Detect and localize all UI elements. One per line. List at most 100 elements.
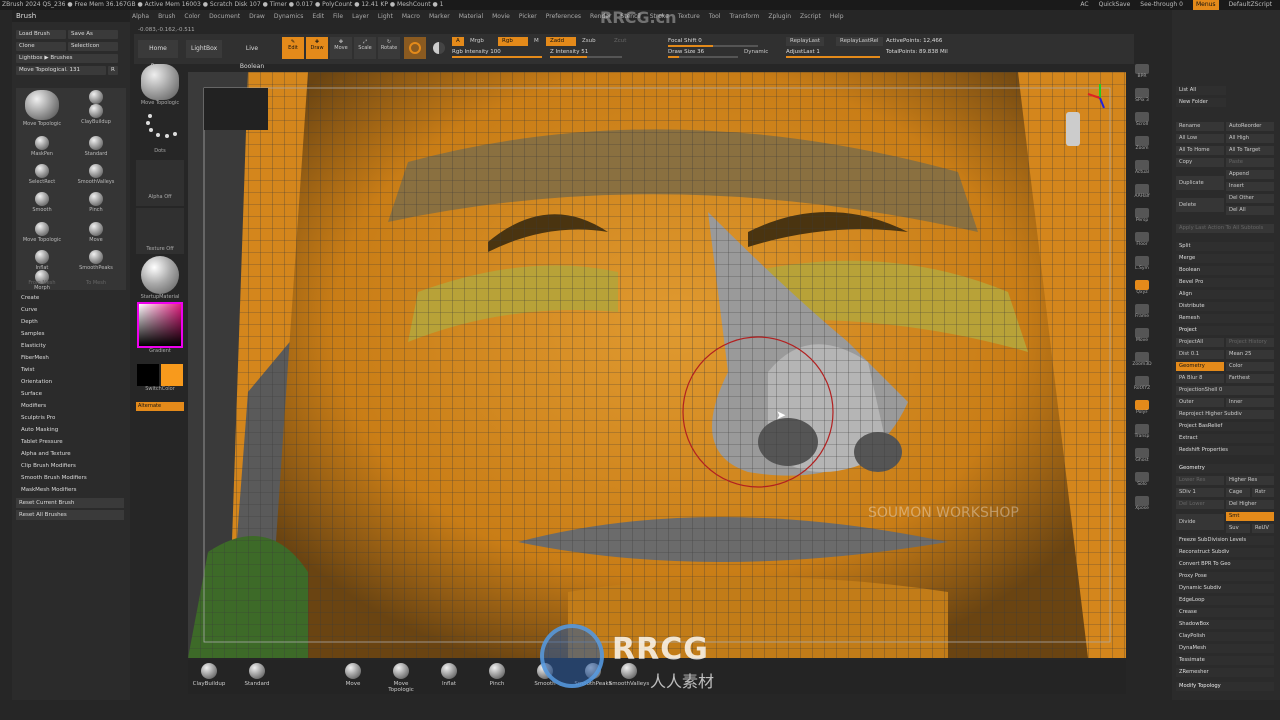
zcut-toggle[interactable]: Zcut bbox=[610, 37, 630, 46]
zsub-toggle[interactable]: Zsub bbox=[578, 37, 600, 46]
brush-subpalette-item[interactable]: Twist bbox=[16, 364, 126, 376]
clone-button[interactable]: Clone bbox=[16, 42, 66, 51]
convert-bpr-button[interactable]: Convert BPR To Geo bbox=[1176, 560, 1274, 569]
brush-item[interactable]: SelectRect bbox=[16, 162, 68, 192]
lightbox-button[interactable]: LightBox bbox=[186, 40, 222, 58]
brush-subpalette-item[interactable]: Curve bbox=[16, 304, 126, 316]
select-icon-button[interactable]: SelectIcon bbox=[68, 42, 118, 51]
menu-help[interactable]: Help bbox=[830, 12, 844, 22]
menu-tool[interactable]: Tool bbox=[709, 12, 721, 22]
bottom-brush-item[interactable]: Move Topologic bbox=[380, 663, 422, 693]
nav-xpose[interactable]: Xpose bbox=[1130, 496, 1154, 516]
brush-item[interactable]: MaskPen bbox=[16, 134, 68, 164]
del-all-button[interactable]: Del All bbox=[1226, 206, 1274, 215]
nav-l-sym[interactable]: L.Sym bbox=[1130, 256, 1154, 276]
project-history-button[interactable]: Project History bbox=[1226, 338, 1274, 347]
menu-color[interactable]: Color bbox=[184, 12, 200, 22]
paste-button[interactable]: Paste bbox=[1226, 158, 1274, 167]
reproject-higher-subdiv-button[interactable]: Reproject Higher Subdiv bbox=[1176, 410, 1274, 419]
brush-item[interactable]: Smooth bbox=[16, 190, 68, 220]
material-swatch-button[interactable] bbox=[404, 37, 426, 59]
sdiv-slider[interactable]: SDiv 1 bbox=[1176, 488, 1224, 497]
edgeloop-section[interactable]: EdgeLoop bbox=[1176, 596, 1274, 605]
dynamesh-section[interactable]: DynaMesh bbox=[1176, 644, 1274, 653]
adjust-last-slider[interactable]: AdjustLast 1 bbox=[786, 48, 880, 58]
duplicate-button[interactable]: Duplicate bbox=[1176, 176, 1224, 190]
brush-item[interactable]: Move bbox=[70, 220, 122, 250]
reconstruct-subdiv-button[interactable]: Reconstruct Subdiv bbox=[1176, 548, 1274, 557]
current-brush-key[interactable]: R bbox=[108, 66, 118, 75]
boolean-button[interactable]: Boolean bbox=[1176, 266, 1274, 275]
nav-scroll[interactable]: Scroll bbox=[1130, 112, 1154, 132]
current-brush-slider[interactable]: Move Topological. 131 bbox=[16, 66, 106, 75]
del-lower-button[interactable]: Del Lower bbox=[1176, 500, 1224, 509]
freeze-subdiv-button[interactable]: Freeze SubDivision Levels bbox=[1176, 536, 1274, 545]
live-boolean-button[interactable]: Live Boolean bbox=[230, 40, 274, 70]
replay-last-rel-button[interactable]: ReplayLastRel bbox=[836, 37, 883, 46]
nav-floor[interactable]: Floor bbox=[1130, 232, 1154, 252]
all-to-target-button[interactable]: All To Target bbox=[1226, 146, 1274, 155]
menu-light[interactable]: Light bbox=[378, 12, 393, 22]
replay-last-button[interactable]: ReplayLast bbox=[786, 37, 825, 46]
divide-button[interactable]: Divide bbox=[1176, 514, 1224, 530]
zremesher-section[interactable]: ZRemesher bbox=[1176, 668, 1274, 677]
apply-last-action-button[interactable]: Apply Last Action To All Subtools bbox=[1176, 224, 1274, 233]
nav-ghost[interactable]: Ghost bbox=[1130, 448, 1154, 468]
bottom-brush-item[interactable]: Inflat bbox=[428, 663, 470, 687]
menu-preferences[interactable]: Preferences bbox=[546, 12, 581, 22]
menu-edit[interactable]: Edit bbox=[312, 12, 324, 22]
distribute-button[interactable]: Distribute bbox=[1176, 302, 1274, 311]
menu-draw[interactable]: Draw bbox=[249, 12, 265, 22]
mrgb-toggle[interactable]: Mrgb bbox=[466, 37, 488, 46]
tessimate-section[interactable]: Tessimate bbox=[1176, 656, 1274, 665]
brush-subpalette-item[interactable]: FiberMesh bbox=[16, 352, 126, 364]
quicksave-button[interactable]: QuickSave bbox=[1099, 0, 1131, 10]
delete-button[interactable]: Delete bbox=[1176, 198, 1224, 212]
outer-toggle[interactable]: Outer bbox=[1176, 398, 1224, 407]
save-as-button[interactable]: Save As bbox=[68, 30, 118, 39]
menu-marker[interactable]: Marker bbox=[429, 12, 450, 22]
farthest-toggle[interactable]: Farthest bbox=[1226, 374, 1274, 383]
extract-button[interactable]: Extract bbox=[1176, 434, 1274, 443]
menu-alpha[interactable]: Alpha bbox=[132, 12, 149, 22]
brush-panel-title[interactable]: Brush bbox=[12, 10, 130, 22]
nav-qxyz[interactable]: Qxyz bbox=[1130, 280, 1154, 300]
nav-persp[interactable]: Persp bbox=[1130, 208, 1154, 228]
menu-movie[interactable]: Movie bbox=[492, 12, 510, 22]
brush-subpalette-item[interactable]: Samples bbox=[16, 328, 126, 340]
del-higher-button[interactable]: Del Higher bbox=[1226, 500, 1274, 509]
menu-zplugin[interactable]: Zplugin bbox=[768, 12, 791, 22]
del-other-button[interactable]: Del Other bbox=[1226, 194, 1274, 203]
brush-subpalette-item[interactable]: Sculptris Pro bbox=[16, 412, 126, 424]
nav-bpr[interactable]: BPR bbox=[1130, 64, 1154, 84]
reset-current-brush-button[interactable]: Reset Current Brush bbox=[16, 498, 124, 508]
brush-subpalette-item[interactable]: Create bbox=[16, 292, 126, 304]
append-button[interactable]: Append bbox=[1226, 170, 1274, 179]
focal-shift-slider[interactable]: Focal Shift 0 bbox=[668, 37, 758, 47]
align-button[interactable]: Align bbox=[1176, 290, 1274, 299]
primary-color-swatch[interactable] bbox=[161, 364, 183, 386]
mean-slider[interactable]: Mean 25 bbox=[1226, 350, 1274, 359]
brush-item[interactable]: SmoothPeaks bbox=[70, 248, 122, 278]
material-thumb[interactable]: StartupMaterial bbox=[136, 256, 184, 300]
nav-zoom[interactable]: Zoom bbox=[1130, 136, 1154, 156]
list-all-button[interactable]: List All bbox=[1176, 86, 1226, 95]
all-to-home-button[interactable]: All To Home bbox=[1176, 146, 1224, 155]
to-mesh-button[interactable]: To Mesh bbox=[70, 280, 122, 290]
current-brush-thumb[interactable]: Move Topologic bbox=[136, 64, 184, 106]
all-low-button[interactable]: All Low bbox=[1176, 134, 1224, 143]
smt-toggle[interactable]: Smt bbox=[1226, 512, 1274, 521]
color-toggle[interactable]: Color bbox=[1226, 362, 1274, 371]
bottom-brush-item[interactable]: Pinch bbox=[476, 663, 518, 687]
cage-button[interactable]: Cage bbox=[1226, 488, 1250, 497]
reuv-toggle[interactable]: ReUV bbox=[1252, 524, 1274, 533]
brush-subpalette-item[interactable]: Orientation bbox=[16, 376, 126, 388]
texture-thumb[interactable]: Texture Off bbox=[136, 208, 184, 254]
bevel-pro-button[interactable]: Bevel Pro bbox=[1176, 278, 1274, 287]
nav-zoom3d[interactable]: Zoom3D bbox=[1130, 352, 1154, 372]
brush-item[interactable]: Standard bbox=[70, 134, 122, 164]
higher-res-button[interactable]: Higher Res bbox=[1226, 476, 1274, 485]
canvas-viewport[interactable]: SOUMON WORKSHOP ➤ bbox=[188, 72, 1126, 658]
projection-shell-slider[interactable]: ProjectionShell 0 bbox=[1176, 386, 1274, 395]
rotate-tool-button[interactable]: ↻ Rotate bbox=[378, 37, 400, 59]
